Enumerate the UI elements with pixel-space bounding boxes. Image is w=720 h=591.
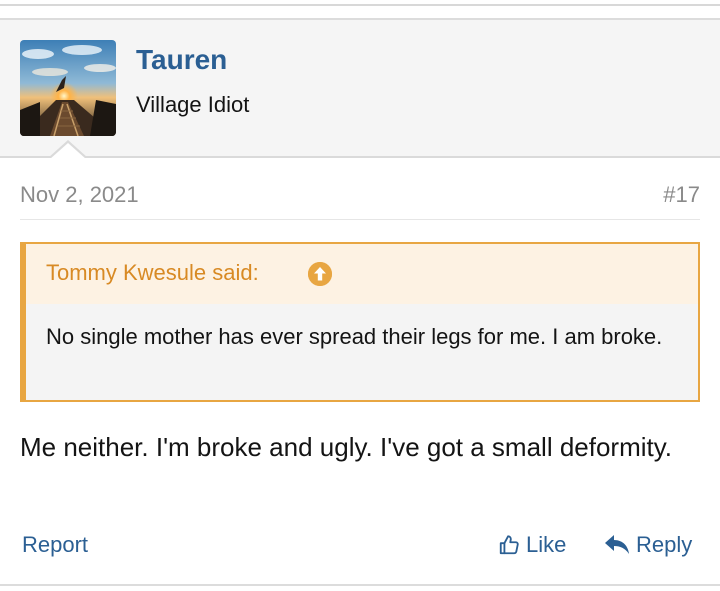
avatar-photo-icon [20, 40, 116, 136]
reply-button[interactable]: Reply [604, 530, 692, 560]
report-link[interactable]: Report [22, 532, 88, 558]
username-link[interactable]: Tauren [136, 44, 227, 76]
quote-block: Tommy Kwesule said: No single mother has… [20, 242, 700, 402]
post-number-link[interactable]: #17 [663, 182, 700, 208]
quote-header: Tommy Kwesule said: [26, 244, 698, 304]
arrow-up-circle-icon[interactable] [308, 262, 332, 286]
post-meta: Nov 2, 2021 #17 [20, 182, 700, 220]
header-pointer-fill [50, 143, 86, 159]
forum-post: Tauren Village Idiot Nov 2, 2021 #17 Tom… [0, 18, 720, 586]
previous-post-edge [0, 0, 720, 6]
reply-arrow-icon [604, 534, 630, 556]
post-user-header: Tauren Village Idiot [0, 20, 720, 158]
post-date-link[interactable]: Nov 2, 2021 [20, 182, 139, 208]
quote-author-link[interactable]: Tommy Kwesule said: [46, 260, 259, 286]
user-title: Village Idiot [136, 92, 250, 117]
post-message: Me neither. I'm broke and ugly. I've got… [20, 432, 673, 462]
like-label: Like [526, 532, 567, 557]
user-avatar[interactable] [20, 40, 116, 136]
like-button[interactable]: Like [498, 530, 566, 560]
quote-text: No single mother has ever spread their l… [46, 324, 663, 349]
reply-label: Reply [636, 532, 693, 557]
thumbs-up-icon [498, 534, 520, 556]
